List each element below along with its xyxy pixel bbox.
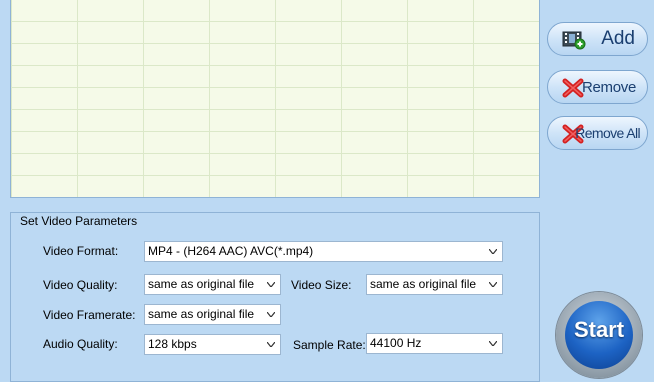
- chevron-down-icon: [267, 282, 275, 287]
- chevron-down-icon: [489, 282, 497, 287]
- sample-rate-value: 44100 Hz: [370, 336, 422, 350]
- remove-all-button-label: Remove All: [575, 125, 640, 141]
- video-format-select[interactable]: MP4 - (H264 AAC) AVC(*.mp4): [144, 241, 503, 262]
- audio-quality-label: Audio Quality:: [43, 337, 118, 351]
- video-size-label: Video Size:: [291, 278, 352, 292]
- remove-all-button[interactable]: Remove All: [547, 116, 648, 150]
- video-quality-select[interactable]: same as original file: [144, 274, 281, 295]
- video-framerate-value: same as original file: [148, 307, 255, 321]
- chevron-down-icon: [489, 341, 497, 346]
- video-framerate-select[interactable]: same as original file: [144, 304, 281, 325]
- start-button-label: Start: [573, 317, 625, 342]
- video-size-value: same as original file: [370, 277, 477, 291]
- sample-rate-label: Sample Rate:: [293, 338, 366, 352]
- group-title: Set Video Parameters: [20, 214, 138, 228]
- chevron-down-icon: [489, 249, 497, 254]
- video-parameters-group: [10, 212, 540, 382]
- video-format-label: Video Format:: [43, 244, 119, 258]
- video-quality-label: Video Quality:: [43, 278, 118, 292]
- start-button[interactable]: Start: [556, 292, 642, 378]
- sample-rate-select[interactable]: 44100 Hz: [366, 333, 503, 354]
- chevron-down-icon: [267, 312, 275, 317]
- chevron-down-icon: [267, 342, 275, 347]
- video-quality-value: same as original file: [148, 277, 255, 291]
- remove-button-label: Remove: [581, 79, 636, 96]
- add-button[interactable]: Add: [547, 22, 648, 56]
- file-list[interactable]: [10, 0, 540, 198]
- video-format-value: MP4 - (H264 AAC) AVC(*.mp4): [148, 244, 314, 258]
- red-x-icon: [562, 78, 584, 98]
- video-size-select[interactable]: same as original file: [366, 274, 503, 295]
- film-add-icon: [562, 30, 586, 50]
- audio-quality-select[interactable]: 128 kbps: [144, 334, 281, 355]
- video-framerate-label: Video Framerate:: [43, 308, 136, 322]
- add-button-label: Add: [601, 28, 635, 49]
- remove-button[interactable]: Remove: [547, 70, 648, 104]
- audio-quality-value: 128 kbps: [148, 337, 197, 351]
